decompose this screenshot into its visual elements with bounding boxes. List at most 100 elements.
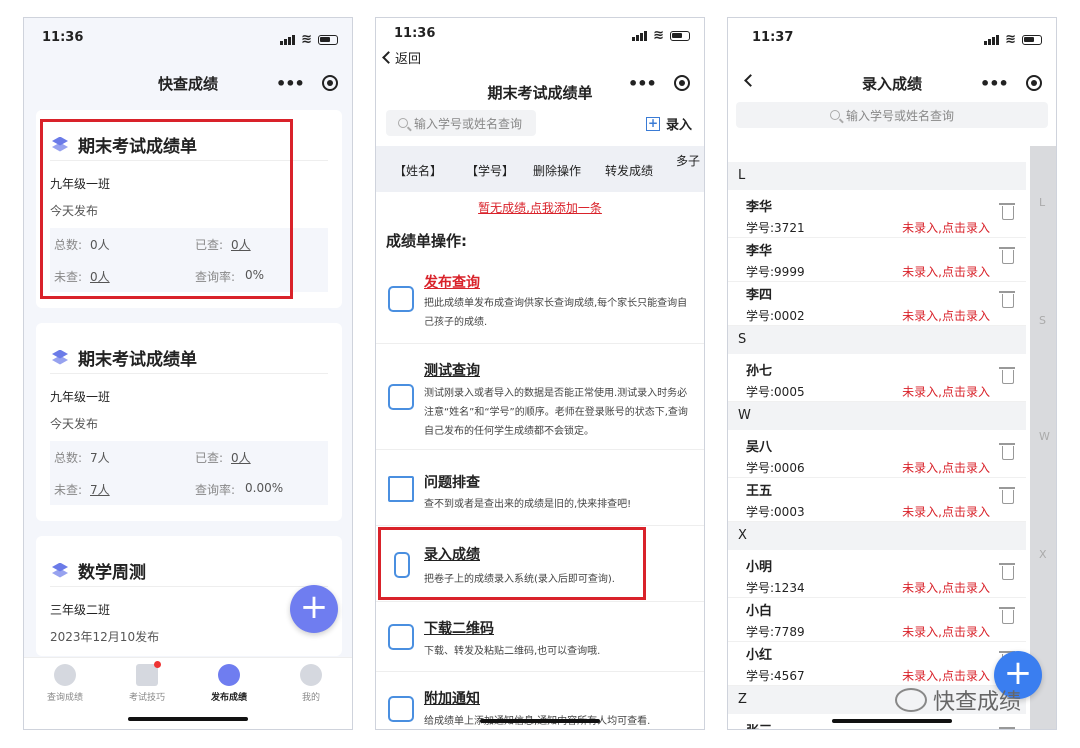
tab-label: 发布成绩: [210, 693, 247, 703]
index-letter[interactable]: L: [1039, 196, 1045, 209]
close-miniapp-icon[interactable]: [674, 75, 690, 91]
search-icon: [829, 110, 840, 120]
more-icon[interactable]: •••: [628, 74, 657, 93]
unchecked-label: 未查:: [54, 483, 83, 497]
student-row[interactable]: 小白 学号:7789 未录入,点击录入: [728, 598, 1026, 642]
enter-score-link[interactable]: 未录入,点击录入: [902, 503, 990, 520]
more-icon[interactable]: •••: [276, 74, 305, 93]
trash-icon[interactable]: [999, 563, 1015, 580]
add-first-record-link[interactable]: 暂无成绩,点我添加一条: [376, 199, 704, 216]
col-name: 【姓名】: [394, 164, 443, 178]
trash-icon[interactable]: [999, 367, 1015, 384]
enter-score-link[interactable]: 未录入,点击录入: [902, 263, 990, 280]
status-bar: 11:36 ≋: [376, 18, 704, 46]
rate-value: 0.00%: [245, 481, 284, 495]
status-bar: 11:36 ≋: [24, 18, 352, 52]
enter-score-link[interactable]: 未录入,点击录入: [902, 219, 990, 236]
index-letter[interactable]: S: [1039, 314, 1046, 327]
search-input[interactable]: 输入学号或姓名查询: [386, 110, 536, 136]
op-desc: 测试刚录入或者导入的数据是否能正常使用.测试录入时务必注意“姓名”和“学号”的顺…: [424, 388, 688, 437]
layers-icon: [50, 562, 70, 579]
op-title: 下载二维码: [424, 621, 494, 637]
student-row[interactable]: 李四 学号:0002 未录入,点击录入: [728, 282, 1026, 326]
close-miniapp-icon[interactable]: [1026, 75, 1042, 91]
index-sidebar[interactable]: L S W X: [1030, 146, 1056, 729]
search-placeholder: 输入学号或姓名查询: [845, 108, 954, 123]
student-row[interactable]: 小明 学号:1234 未录入,点击录入: [728, 554, 1026, 598]
chevron-left-icon: [382, 51, 395, 64]
back-label: 返回: [395, 52, 422, 67]
status-time: 11:36: [42, 30, 84, 45]
more-icon[interactable]: •••: [980, 74, 1009, 93]
student-name: 张三: [746, 720, 772, 729]
student-row[interactable]: 小红 学号:4567 未录入,点击录入: [728, 642, 1026, 686]
op-troubleshoot[interactable]: 问题排查 查不到或者是查出来的成绩是旧的,快来排查吧!: [376, 450, 704, 526]
op-title: 附加通知: [424, 691, 480, 707]
score-sheet-card[interactable]: 期末考试成绩单 九年级一班 今天发布 总数: 7人 已查: 0人 未查: 7人 查询率…: [36, 323, 342, 521]
op-test-query[interactable]: 测试查询 测试刚录入或者导入的数据是否能正常使用.测试录入时务必注意“姓名”和“…: [376, 344, 704, 450]
wifi-icon: ≋: [301, 32, 312, 47]
op-title: 问题排查: [424, 475, 480, 491]
index-header: W: [728, 402, 1026, 430]
student-id: 学号:7789: [746, 625, 805, 639]
index-header: S: [728, 326, 1026, 354]
student-name: 小明: [746, 560, 773, 575]
enter-score-link[interactable]: 未录入,点击录入: [902, 459, 990, 476]
trash-icon[interactable]: [999, 291, 1015, 308]
enter-score-link[interactable]: 未录入,点击录入: [902, 623, 990, 640]
student-row[interactable]: 李华 学号:3721 未录入,点击录入: [728, 194, 1026, 238]
search-document-icon: [388, 384, 414, 410]
tab-label: 查询成绩: [46, 693, 83, 703]
enter-score-link[interactable]: 未录入,点击录入: [902, 667, 990, 684]
trash-icon[interactable]: [999, 203, 1015, 220]
card-title: 期末考试成绩单: [78, 350, 197, 370]
tab-mine[interactable]: 我的: [276, 664, 346, 703]
index-letter[interactable]: X: [1039, 548, 1047, 561]
warning-search-icon: [388, 476, 414, 502]
student-row[interactable]: 孙七 学号:0005 未录入,点击录入: [728, 358, 1026, 402]
ops-section-title: 成绩单操作:: [386, 232, 467, 250]
index-letter[interactable]: W: [1039, 430, 1050, 443]
student-name: 吴八: [746, 440, 773, 455]
add-button[interactable]: +: [290, 585, 338, 633]
status-time: 11:37: [752, 30, 794, 45]
card-published: 2023年12月10发布: [50, 630, 160, 644]
student-id: 学号:0006: [746, 461, 805, 475]
status-time: 11:36: [394, 26, 436, 41]
trash-icon[interactable]: [999, 487, 1015, 504]
tab-query-scores[interactable]: 查询成绩: [30, 664, 100, 703]
wifi-icon: ≋: [1005, 32, 1016, 47]
enter-score-link[interactable]: 未录入,点击录入: [902, 383, 990, 400]
student-row[interactable]: 王五 学号:0003 未录入,点击录入: [728, 478, 1026, 522]
search-input[interactable]: 输入学号或姓名查询: [736, 102, 1048, 128]
book-icon: [136, 661, 161, 686]
signal-icon: [280, 34, 296, 45]
student-id: 学号:0005: [746, 385, 805, 399]
student-row[interactable]: 李华 学号:9999 未录入,点击录入: [728, 238, 1026, 282]
trash-icon[interactable]: [999, 443, 1015, 460]
query-icon: [54, 664, 76, 686]
op-download-qr[interactable]: 下载二维码 下载、转发及粘贴二维码,也可以查询哦.: [376, 602, 704, 672]
add-record-button[interactable]: + 录入: [645, 114, 692, 133]
enter-score-link[interactable]: 未录入,点击录入: [902, 579, 990, 596]
unchecked-value[interactable]: 7人: [90, 481, 110, 498]
close-miniapp-icon[interactable]: [322, 75, 338, 91]
trash-icon[interactable]: [999, 607, 1015, 624]
notice-icon: [388, 696, 414, 722]
card-title: 数学周测: [78, 563, 146, 583]
tab-exam-tips[interactable]: 考试技巧: [112, 661, 182, 703]
home-indicator: [832, 719, 952, 723]
col-forward: 转发成绩: [605, 164, 654, 178]
home-indicator: [128, 717, 248, 721]
enter-score-link[interactable]: 未录入,点击录入: [902, 307, 990, 324]
back-button[interactable]: 返回: [382, 48, 422, 67]
search-placeholder: 输入学号或姓名查询: [414, 116, 523, 131]
card-stats: 总数: 7人 已查: 0人 未查: 7人 查询率: 0.00%: [50, 441, 328, 505]
student-id: 学号:9999: [746, 265, 805, 279]
trash-icon[interactable]: [999, 247, 1015, 264]
op-desc: 查不到或者是查出来的成绩是旧的,快来排查吧!: [424, 499, 632, 510]
checked-value[interactable]: 0人: [231, 449, 251, 466]
tab-publish-scores[interactable]: 发布成绩: [194, 664, 264, 703]
op-publish-query[interactable]: 发布查询 把此成绩单发布成查询供家长查询成绩,每个家长只能查询自己孩子的成绩.: [376, 262, 704, 344]
student-row[interactable]: 吴八学号:0006 未录入,点击录入: [728, 434, 1026, 478]
